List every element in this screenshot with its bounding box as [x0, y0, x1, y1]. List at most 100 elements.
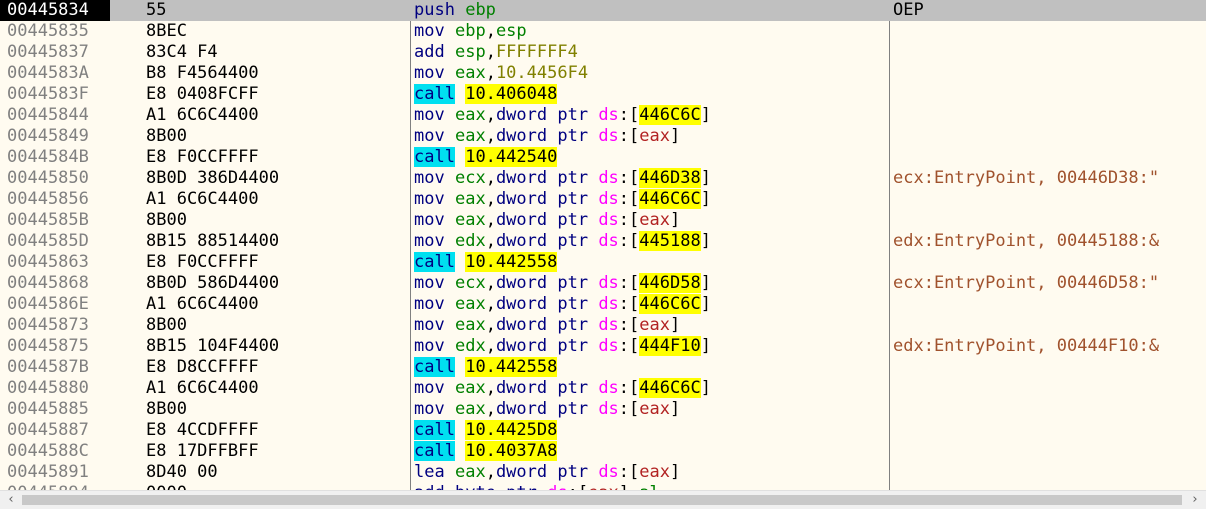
row-bytes: E8 17DFFBFF: [146, 441, 259, 461]
row-disassembly: add byte ptr ds:[eax],al: [414, 483, 886, 490]
disassembly-row[interactable]: 00445873 8B00 mov eax,dword ptr ds:[eax]: [0, 315, 1206, 336]
asm-token: ,: [485, 168, 496, 188]
row-comment: [893, 210, 1206, 231]
row-address[interactable]: 00445837: [0, 42, 112, 63]
asm-token: 446C6C: [639, 378, 701, 398]
horizontal-scrollbar[interactable]: ‹ ›: [0, 490, 1206, 509]
disassembly-row[interactable]: 00445880 A1 6C6C4400 mov eax,dword ptr ds:…: [0, 378, 1206, 399]
call-target: 10.442558: [465, 357, 558, 377]
row-bytes: 83C4 F4: [146, 42, 218, 62]
asm-token: FFFFFFF4: [495, 42, 578, 62]
asm-token: [445, 42, 455, 62]
row-address[interactable]: 00445834: [0, 0, 110, 21]
row-address[interactable]: 00445849: [0, 126, 112, 147]
row-address[interactable]: 0044583A: [0, 63, 112, 84]
disassembly-row[interactable]: 0044586E A1 6C6C4400 mov eax,dword ptr ds:…: [0, 294, 1206, 315]
row-address[interactable]: 0044585D: [0, 231, 112, 252]
row-address[interactable]: 00445873: [0, 315, 112, 336]
asm-token: [455, 147, 465, 167]
row-address[interactable]: 00445863: [0, 252, 112, 273]
disassembly-row[interactable]: 00445875 8B15 104F4400 mov edx,dword ptr d…: [0, 336, 1206, 357]
asm-token: [588, 273, 598, 293]
asm-token: 10.4456F4: [495, 63, 589, 83]
row-address[interactable]: 0044587B: [0, 357, 112, 378]
disassembly-row[interactable]: 00445849 8B00 mov eax,dword ptr ds:[eax]: [0, 126, 1206, 147]
asm-token: :[: [618, 189, 640, 209]
row-comment: edx:EntryPoint, 00444F10:&: [893, 336, 1160, 356]
row-disassembly: mov eax,dword ptr ds:[446C6C]: [414, 105, 886, 126]
row-address[interactable]: 00445891: [0, 462, 112, 483]
disassembly-row[interactable]: 0044587B E8 D8CCFFFF call 10.442558: [0, 357, 1206, 378]
disassembly-row[interactable]: 00445894 0000 add byte ptr ds:[eax],al: [0, 483, 1206, 490]
row-address[interactable]: 00445835: [0, 21, 112, 42]
row-comment: [893, 420, 1206, 441]
row-address[interactable]: 0044583F: [0, 84, 112, 105]
asm-token: :[: [618, 315, 640, 335]
row-address[interactable]: 0044586E: [0, 294, 112, 315]
disassembly-row[interactable]: 00445885 8B00 mov eax,dword ptr ds:[eax]: [0, 399, 1206, 420]
disassembly-row[interactable]: 00445837 83C4 F4 add esp,FFFFFFF4: [0, 42, 1206, 63]
disassembly-row[interactable]: 0044585D 8B15 88514400 mov edx,dword ptr d…: [0, 231, 1206, 252]
asm-token: :[: [618, 462, 640, 482]
asm-token: :[: [618, 105, 640, 125]
asm-token: [445, 273, 455, 293]
row-disassembly: call 10.4425D8: [414, 420, 886, 441]
disassembly-row[interactable]: 0044583A B8 F4564400 mov eax,10.4456F4: [0, 63, 1206, 84]
asm-token: ,: [485, 273, 496, 293]
disassembly-row[interactable]: 0044584B E8 F0CCFFFF call 10.442540: [0, 147, 1206, 168]
disassembly-row[interactable]: 0044588C E8 17DFFBFF call 10.4037A8: [0, 441, 1206, 462]
asm-token: dword ptr: [495, 231, 589, 251]
row-address[interactable]: 00445887: [0, 420, 112, 441]
disassembly-row[interactable]: 0044585B 8B00 mov eax,dword ptr ds:[eax]: [0, 210, 1206, 231]
disassembly-row[interactable]: 00445891 8D40 00 lea eax,dword ptr ds:[eax…: [0, 462, 1206, 483]
asm-token: mov: [414, 378, 445, 398]
asm-token: ]: [700, 336, 711, 356]
asm-token: [445, 231, 455, 251]
disassembly-row[interactable]: 00445834 55 push ebp OEP: [0, 0, 1206, 21]
asm-token: ]: [670, 210, 681, 230]
disassembly-row[interactable]: 00445850 8B0D 386D4400 mov ecx,dword ptr d…: [0, 168, 1206, 189]
asm-token: [588, 294, 598, 314]
asm-token: :[: [618, 168, 640, 188]
scroll-right-icon[interactable]: ›: [1186, 491, 1204, 509]
row-address[interactable]: 00445875: [0, 336, 112, 357]
call-mnemonic: call: [414, 147, 455, 167]
row-address[interactable]: 00445880: [0, 378, 112, 399]
row-address[interactable]: 00445885: [0, 399, 112, 420]
asm-token: 445188: [639, 231, 701, 251]
asm-token: mov: [414, 189, 445, 209]
asm-token: [455, 0, 465, 20]
row-address[interactable]: 00445894: [0, 483, 112, 490]
row-comment: ecx:EntryPoint, 00446D58:": [893, 273, 1160, 293]
asm-token: dword ptr: [495, 315, 589, 335]
disassembly-row[interactable]: 00445868 8B0D 586D4400 mov ecx,dword ptr d…: [0, 273, 1206, 294]
disassembly-row[interactable]: 00445863 E8 F0CCFFFF call 10.442558: [0, 252, 1206, 273]
asm-token: ds: [598, 126, 619, 146]
row-bytes: E8 F0CCFFFF: [146, 252, 259, 272]
disassembly-row[interactable]: 00445856 A1 6C6C4400 mov eax,dword ptr ds:…: [0, 189, 1206, 210]
disassembly-row[interactable]: 00445887 E8 4CCDFFFF call 10.4425D8: [0, 420, 1206, 441]
asm-token: ds: [598, 105, 619, 125]
asm-token: dword ptr: [495, 210, 589, 230]
scroll-left-icon[interactable]: ‹: [2, 491, 20, 509]
row-disassembly: mov ebp,esp: [414, 21, 886, 42]
row-address[interactable]: 0044585B: [0, 210, 112, 231]
row-address[interactable]: 00445856: [0, 189, 112, 210]
row-address[interactable]: 00445850: [0, 168, 112, 189]
asm-token: ebp: [454, 21, 486, 41]
row-address[interactable]: 0044588C: [0, 441, 112, 462]
disassembly-row[interactable]: 00445844 A1 6C6C4400 mov eax,dword ptr ds:…: [0, 105, 1206, 126]
row-address[interactable]: 00445868: [0, 273, 112, 294]
row-disassembly: mov eax,dword ptr ds:[446C6C]: [414, 378, 886, 399]
asm-token: ],: [619, 483, 639, 490]
asm-token: [588, 231, 598, 251]
asm-token: dword ptr: [495, 105, 589, 125]
disassembly-view[interactable]: 00445834 55 push ebp OEP 00445835 8BEC mov ebp…: [0, 0, 1206, 490]
row-address[interactable]: 00445844: [0, 105, 112, 126]
disassembly-row[interactable]: 00445835 8BEC mov ebp,esp: [0, 21, 1206, 42]
asm-token: [445, 378, 455, 398]
row-address[interactable]: 0044584B: [0, 147, 112, 168]
disassembly-row[interactable]: 0044583F E8 0408FCFF call 10.406048: [0, 84, 1206, 105]
scrollbar-thumb[interactable]: [22, 495, 1182, 505]
asm-token: ds: [598, 210, 619, 230]
